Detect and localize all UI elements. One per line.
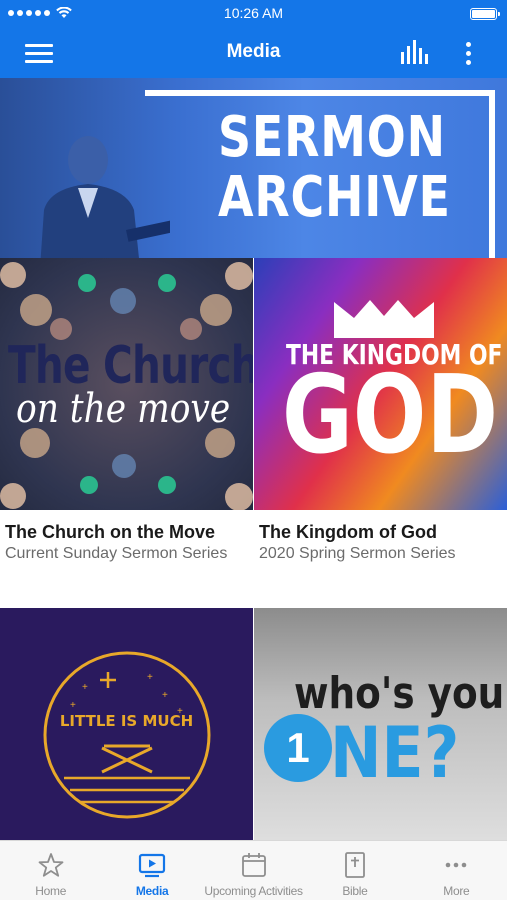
play-screen-icon [139, 853, 166, 878]
battery-icon [470, 8, 500, 20]
svg-text:+: + [82, 682, 88, 693]
artwork-subtitle: NE? [330, 712, 460, 794]
nav-bar: Media [0, 28, 507, 78]
bible-icon [345, 852, 365, 878]
tab-home[interactable]: Home [0, 841, 101, 900]
page-title: Media [226, 41, 281, 62]
series-subtitle: Current Sunday Sermon Series [5, 545, 228, 562]
tab-label: More [443, 884, 470, 898]
audio-levels-icon[interactable] [400, 40, 430, 64]
series-subtitle: 2020 Spring Sermon Series [259, 545, 456, 562]
tab-label: Upcoming Activities [204, 884, 303, 898]
star-icon [38, 853, 64, 877]
tab-bar: Home Media Upcoming Activities Bible Mor… [0, 840, 507, 900]
series-card[interactable]: + + + + + LITTLE IS MUCH [0, 608, 253, 840]
tab-upcoming-activities[interactable]: Upcoming Activities [203, 841, 304, 900]
banner-frame [145, 90, 495, 96]
speaker-image [40, 136, 170, 258]
svg-text:+: + [147, 672, 153, 683]
artwork-badge: 1 [264, 714, 332, 782]
tab-media[interactable]: Media [101, 841, 202, 900]
series-artwork: THE KINGDOM OF GOD [254, 258, 507, 510]
svg-text:+: + [162, 690, 168, 701]
series-title: The Church on the Move [5, 522, 216, 542]
status-bar: 10:26 AM [0, 0, 507, 28]
svg-text:+: + [70, 700, 76, 711]
series-card[interactable]: who's your 1 NE? [254, 608, 507, 840]
series-artwork: who's your 1 NE? [254, 608, 507, 840]
series-title: The Kingdom of God [259, 522, 437, 542]
artwork-title: LITTLE IS MUCH [59, 712, 194, 730]
tab-label: Home [35, 884, 67, 898]
series-card[interactable]: THE KINGDOM OF GOD The Kingdom of God 20… [254, 258, 507, 598]
series-artwork: + + + + + LITTLE IS MUCH [0, 608, 253, 840]
artwork-subtitle: GOD [282, 353, 499, 478]
sermon-archive-banner[interactable]: SERMON ARCHIVE [0, 78, 507, 258]
status-time: 10:26 AM [223, 5, 284, 21]
series-card[interactable]: The Church on the move The Church on the… [0, 258, 253, 598]
tab-bible[interactable]: Bible [304, 841, 405, 900]
more-options-icon[interactable] [460, 40, 476, 66]
series-artwork: The Church on the move [0, 258, 253, 510]
boat-emblem: + + + + + [43, 651, 211, 819]
tab-label: Media [135, 884, 169, 898]
tab-label: Bible [342, 884, 368, 898]
artwork-subtitle: on the move [16, 386, 231, 432]
tab-more[interactable]: More [406, 841, 507, 900]
banner-title: SERMON ARCHIVE [218, 105, 451, 230]
calendar-icon [241, 853, 266, 877]
banner-frame [489, 90, 495, 258]
crown-icon [334, 300, 434, 338]
more-dots-icon [446, 862, 467, 868]
